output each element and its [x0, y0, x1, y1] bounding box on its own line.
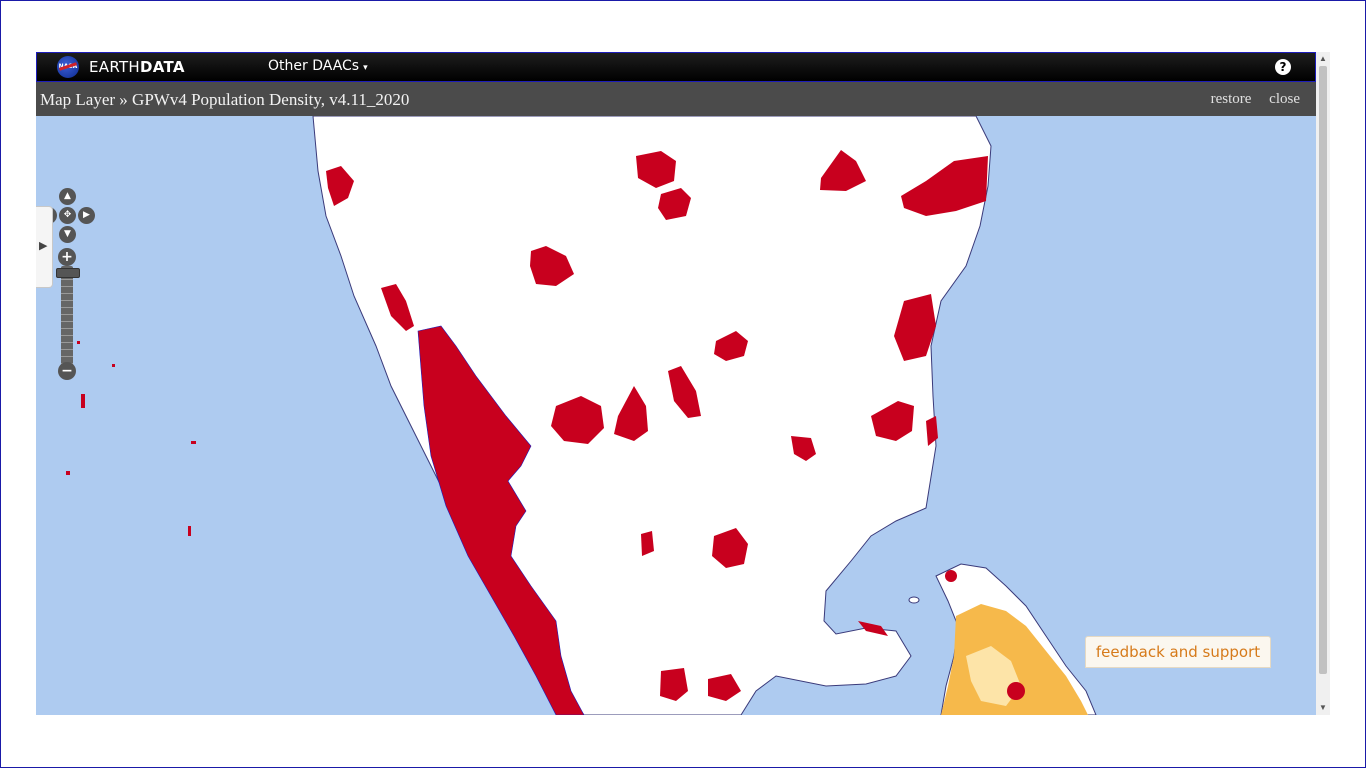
brand-earth: EARTH	[89, 58, 141, 76]
feedback-and-support-button[interactable]: feedback and support	[1085, 636, 1271, 668]
map-viewer-frame: ▲ ◀ ✥ ▶ ▼ + − ▶ NASA EARTHDATA Other DAA…	[36, 52, 1330, 715]
island-3	[81, 394, 85, 408]
restore-link[interactable]: restore	[1211, 91, 1252, 107]
layer-title: Map Layer » GPWv4 Population Density, v4…	[40, 90, 410, 109]
map-canvas[interactable]	[36, 116, 1316, 715]
layer-title-bar: Map Layer » GPWv4 Population Density, v4…	[36, 82, 1316, 116]
pan-center-icon[interactable]: ✥	[59, 207, 76, 224]
population-density-map[interactable]: ▲ ◀ ✥ ▶ ▼ + −	[36, 116, 1316, 715]
island-2	[112, 364, 115, 367]
earthdata-header: NASA EARTHDATA Other DAACs ▾ ?	[36, 52, 1316, 82]
island-1	[77, 341, 80, 344]
density-colombo	[1007, 682, 1025, 700]
window-controls: restore close	[1197, 91, 1300, 108]
pan-down-icon[interactable]: ▼	[59, 226, 76, 243]
island-5	[66, 471, 70, 475]
nasa-logo[interactable]: NASA	[57, 56, 79, 78]
vertical-scrollbar[interactable]: ▲ ▼	[1316, 52, 1330, 715]
zoom-in-icon[interactable]: +	[58, 248, 76, 266]
layer-panel-toggle[interactable]: ▶	[36, 206, 53, 288]
zoom-out-icon[interactable]: −	[58, 362, 76, 380]
island-7	[908, 596, 920, 604]
chevron-down-icon: ▾	[363, 63, 368, 73]
zoom-slider-handle[interactable]	[56, 268, 80, 278]
scroll-down-icon[interactable]: ▼	[1318, 703, 1328, 713]
scrollbar-thumb[interactable]	[1319, 66, 1327, 674]
scroll-up-icon[interactable]: ▲	[1318, 54, 1328, 64]
island-6	[188, 526, 191, 536]
other-daacs-label: Other DAACs	[268, 58, 360, 74]
other-daacs-menu[interactable]: Other DAACs ▾	[268, 58, 368, 74]
brand-data: DATA	[140, 58, 185, 76]
density-jaffna	[945, 570, 957, 582]
pan-up-icon[interactable]: ▲	[59, 188, 76, 205]
chevron-right-icon: ▶	[39, 240, 48, 252]
pan-right-icon[interactable]: ▶	[78, 207, 95, 224]
island-4	[191, 441, 196, 444]
zoom-control[interactable]: + −	[56, 248, 80, 384]
earthdata-brand[interactable]: EARTHDATA	[89, 58, 185, 76]
zoom-track[interactable]	[61, 266, 73, 366]
question-icon[interactable]: ?	[1275, 59, 1291, 75]
close-link[interactable]: close	[1269, 91, 1300, 107]
